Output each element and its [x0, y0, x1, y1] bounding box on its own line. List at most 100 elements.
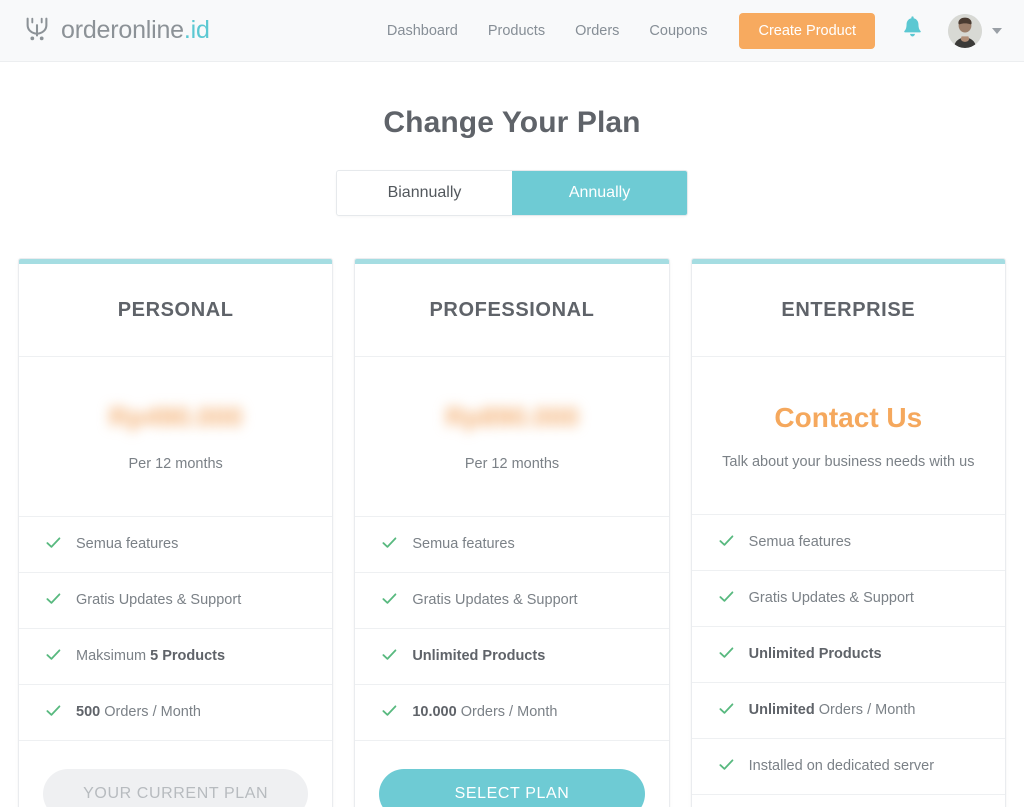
brand-tld-text: .id: [183, 16, 210, 44]
toggle-biannually[interactable]: Biannually: [337, 171, 512, 215]
top-navbar: orderonline.id Dashboard Products Orders…: [0, 0, 1024, 62]
check-icon: [381, 534, 398, 555]
brand-name-text: orderonline: [61, 16, 184, 44]
plan-price-block-professional: Rp890.000 Per 12 months: [355, 357, 669, 517]
list-item: Semua features: [19, 517, 333, 573]
chevron-down-icon: [992, 27, 1002, 34]
page-title: Change Your Plan: [383, 106, 641, 139]
nav-item-dashboard[interactable]: Dashboard: [387, 22, 458, 40]
check-icon: [45, 702, 62, 723]
feature-text-plain: Gratis Updates & Support: [76, 592, 242, 609]
feature-list-personal: Semua features Gratis Updates & Support …: [19, 517, 333, 741]
check-icon: [381, 590, 398, 611]
list-item: Semua features: [355, 517, 669, 573]
feature-text-bold: 10.000: [412, 704, 457, 721]
plan-name-enterprise: ENTERPRISE: [691, 264, 1005, 357]
feature-text: Unlimited Products: [749, 646, 882, 662]
feature-text: Semua features: [412, 536, 514, 552]
list-item: Offline training (by request): [692, 795, 1005, 807]
plan-price-note-personal: Per 12 months: [128, 455, 223, 472]
navbar-right-group: Dashboard Products Orders Coupons Create…: [387, 12, 1002, 49]
feature-text-after: Orders / Month: [100, 704, 201, 721]
main-nav: Dashboard Products Orders Coupons: [387, 22, 708, 40]
billing-period-toggle-wrap: Biannually Annually: [0, 170, 1024, 216]
list-item: 500 Orders / Month: [19, 685, 333, 741]
feature-text-plain: Semua features: [748, 534, 852, 551]
plan-price-block-enterprise: Contact Us Talk about your business need…: [691, 357, 1005, 515]
feature-text-plain: Maksimum: [76, 648, 151, 665]
select-plan-button[interactable]: SELECT PLAN: [379, 768, 645, 807]
feature-text-bold: Unlimited Products: [412, 648, 546, 665]
feature-text-bold: 5 Products: [150, 648, 226, 665]
feature-text-plain: Semua features: [412, 536, 515, 553]
user-menu[interactable]: [948, 13, 1002, 48]
plan-price-note-enterprise: Talk about your business needs with us: [722, 453, 975, 470]
list-item: Gratis Updates & Support: [19, 573, 333, 629]
plan-card-professional: PROFESSIONAL Rp890.000 Per 12 months Sem…: [354, 258, 670, 807]
feature-text-plain: Installed on dedicated server: [748, 758, 935, 775]
check-icon: [718, 644, 735, 665]
notifications-button[interactable]: [901, 15, 924, 46]
plan-action-personal: YOUR CURRENT PLAN: [19, 741, 332, 807]
toggle-annually[interactable]: Annually: [512, 171, 687, 215]
nav-link-coupons[interactable]: Coupons: [649, 23, 707, 39]
feature-text-plain: Gratis Updates & Support: [748, 590, 914, 607]
feature-text-after: Orders / Month: [814, 702, 916, 719]
feature-text: Installed on dedicated server: [749, 758, 934, 774]
feature-text: Unlimited Orders / Month: [749, 702, 916, 718]
feature-text: Gratis Updates & Support: [749, 590, 914, 606]
feature-text: Gratis Updates & Support: [412, 592, 577, 608]
plan-price-enterprise: Contact Us: [774, 402, 923, 433]
feature-text: Maksimum 5 Products: [76, 648, 225, 664]
feature-text: 500 Orders / Month: [76, 704, 201, 720]
feature-text: Semua features: [749, 534, 851, 550]
list-item: Maksimum 5 Products: [19, 629, 333, 685]
check-icon: [45, 534, 62, 555]
feature-text-bold: 500: [76, 704, 101, 721]
create-product-button[interactable]: Create Product: [739, 12, 875, 49]
list-item: Semua features: [691, 515, 1005, 571]
check-icon: [718, 532, 735, 553]
feature-text: Unlimited Products: [412, 648, 545, 664]
bell-icon: [901, 15, 924, 46]
check-icon: [381, 646, 398, 667]
feature-text-plain: Semua features: [76, 536, 179, 553]
nav-item-products[interactable]: Products: [488, 22, 545, 40]
list-item: Gratis Updates & Support: [355, 573, 669, 629]
feature-text-after: Orders / Month: [456, 704, 558, 721]
plan-action-professional: SELECT PLAN: [355, 741, 668, 807]
nav-link-products[interactable]: Products: [488, 23, 545, 39]
check-icon: [45, 590, 62, 611]
plan-name-professional: PROFESSIONAL: [355, 264, 669, 357]
list-item: Unlimited Products: [691, 627, 1005, 683]
plan-price-personal: Rp490.000: [108, 402, 243, 432]
feature-list-professional: Semua features Gratis Updates & Support …: [355, 517, 669, 741]
check-icon: [718, 756, 735, 777]
plan-price-professional: Rp890.000: [445, 402, 579, 432]
list-item: Gratis Updates & Support: [691, 571, 1005, 627]
check-icon: [45, 646, 62, 667]
nav-link-orders[interactable]: Orders: [575, 23, 619, 39]
list-item: Unlimited Products: [355, 629, 669, 685]
plan-price-block-personal: Rp490.000 Per 12 months: [19, 357, 333, 517]
list-item: Installed on dedicated server: [691, 739, 1005, 795]
avatar: [948, 13, 982, 48]
plan-name-personal: PERSONAL: [19, 264, 333, 357]
brand-logo[interactable]: orderonline.id: [22, 13, 210, 48]
check-icon: [381, 702, 398, 723]
check-icon: [718, 588, 735, 609]
feature-text-bold: Unlimited: [748, 702, 815, 719]
feature-list-enterprise: Semua features Gratis Updates & Support …: [691, 515, 1005, 807]
nav-link-dashboard[interactable]: Dashboard: [387, 23, 458, 39]
feature-text-plain: Gratis Updates & Support: [412, 592, 578, 609]
list-item: Unlimited Orders / Month: [691, 683, 1005, 739]
brand-name: orderonline.id: [61, 16, 210, 45]
shopping-cart-logo-icon: [22, 13, 52, 48]
feature-text-bold: Unlimited Products: [748, 646, 882, 663]
pricing-cards: PERSONAL Rp490.000 Per 12 months Semua f…: [0, 258, 1024, 807]
nav-item-coupons[interactable]: Coupons: [649, 22, 707, 40]
plan-price-note-professional: Per 12 months: [464, 455, 560, 472]
plan-card-personal: PERSONAL Rp490.000 Per 12 months Semua f…: [18, 258, 334, 807]
billing-period-toggle: Biannually Annually: [336, 170, 688, 216]
nav-item-orders[interactable]: Orders: [575, 22, 619, 40]
